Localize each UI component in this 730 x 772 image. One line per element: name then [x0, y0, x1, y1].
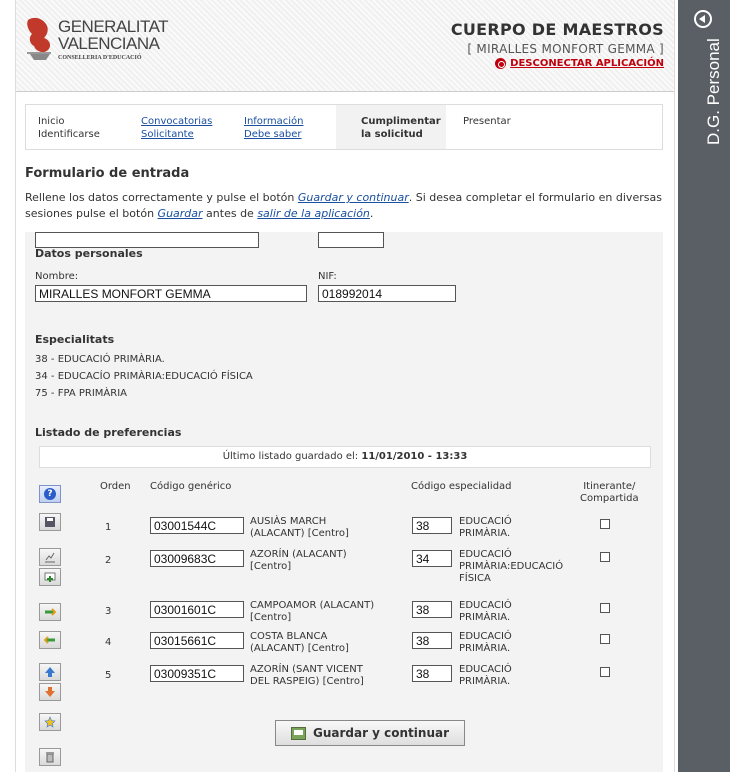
up-arrow-icon — [45, 667, 55, 677]
codigo-especialidad-input[interactable]: 38 — [412, 601, 452, 618]
move-icon — [44, 636, 55, 644]
right-sidebar: D.G. Personal — [678, 0, 730, 772]
row-orden: 3 — [105, 606, 112, 617]
row-especialidad: EDUCACIÓ PRIMÀRIA. — [459, 631, 512, 654]
step-presentar: Presentar — [463, 116, 511, 127]
save-and-continue-label: Guardar y continuar — [312, 726, 450, 740]
move-row-button[interactable] — [39, 603, 61, 621]
row-orden: 2 — [105, 555, 112, 566]
delete-icon — [46, 752, 54, 763]
form-panel: Datos personales Nombre: MIRALLES MONFOR… — [25, 232, 663, 772]
empty-field-box[interactable] — [35, 232, 259, 248]
step-inicio: Inicio Identificarse — [38, 116, 100, 140]
row-orden: 5 — [105, 670, 112, 681]
col-itinerante: Itinerante/Compartida — [580, 481, 639, 504]
generalitat-logo: GENERALITAT VALENCIANA CONSELLERIA D'EDU… — [24, 16, 169, 72]
row-orden: 1 — [105, 522, 112, 533]
nif-field[interactable]: 018992014 — [318, 285, 456, 302]
row-especialidad: EDUCACIÓ PRIMÀRIA. — [459, 516, 512, 539]
add-row-button[interactable] — [39, 568, 61, 586]
row-especialidad: EDUCACIÓ PRIMÀRIA:EDUCACIÓ FÍSICA — [459, 549, 564, 584]
help-button[interactable]: ? — [39, 485, 61, 503]
codigo-especialidad-input[interactable]: 38 — [412, 632, 452, 649]
exit-app-link[interactable]: salir de la aplicación — [257, 207, 370, 220]
itinerante-checkbox[interactable] — [600, 552, 610, 562]
step-informacion[interactable]: Información Debe saber — [244, 115, 303, 141]
nombre-field[interactable]: MIRALLES MONFORT GEMMA — [35, 285, 307, 302]
logout-link[interactable]: DESCONECTAR APLICACIÓN — [495, 58, 664, 69]
logo-subtitle: CONSELLERIA D'EDUCACIÓ — [58, 55, 142, 61]
row-especialidad: EDUCACIÓ PRIMÀRIA. — [459, 664, 512, 687]
itinerante-checkbox[interactable] — [600, 667, 610, 677]
codigo-generico-input[interactable]: 03009683C — [150, 550, 244, 567]
stats-button[interactable] — [39, 548, 61, 566]
save-icon — [45, 517, 55, 527]
form-intro: Rellene los datos correctamente y pulse … — [25, 191, 662, 220]
especialitat-item: 75 - FPA PRIMÀRIA — [35, 388, 127, 399]
move-up-button[interactable] — [39, 663, 61, 681]
row-especialidad: EDUCACIÓ PRIMÀRIA. — [459, 600, 512, 623]
section-especialitats: Especialitats — [35, 333, 115, 346]
row-centro: AUSIÀS MARCH (ALACANT) [Centro] — [250, 516, 349, 539]
bat-emblem-icon — [27, 17, 51, 60]
step-convocatorias[interactable]: Convocatorias Solicitante — [141, 115, 212, 141]
especialitat-item: 38 - EDUCACIÓ PRIMÀRIA. — [35, 354, 165, 365]
page-header: GENERALITAT VALENCIANA CONSELLERIA D'EDU… — [16, 0, 674, 92]
row-centro: CAMPOAMOR (ALACANT) [Centro] — [250, 600, 375, 623]
wizard-steps: Inicio Identificarse Convocatorias Solicit… — [25, 104, 663, 150]
add-row-icon — [44, 572, 56, 582]
codigo-generico-input[interactable]: 03001601C — [150, 601, 244, 618]
save-list-button[interactable] — [39, 513, 61, 531]
codigo-especialidad-input[interactable]: 38 — [412, 665, 452, 682]
delete-button[interactable] — [39, 748, 61, 766]
sidebar-label: D.G. Personal — [704, 38, 723, 145]
nif-label: NIF: — [318, 271, 337, 282]
star-icon — [44, 716, 56, 728]
codigo-generico-input[interactable]: 03009351C — [150, 665, 244, 682]
especialitat-item: 34 - EDUCACÍO PRIMÀRIA:EDUCACIÓ FÍSICA — [35, 371, 253, 382]
move-icon — [45, 608, 56, 616]
codigo-generico-input[interactable]: 03015661C — [150, 632, 244, 649]
save-link[interactable]: Guardar — [158, 207, 203, 220]
favorite-button[interactable] — [39, 713, 61, 731]
itinerante-checkbox[interactable] — [600, 634, 610, 644]
codigo-especialidad-input[interactable]: 34 — [412, 550, 452, 567]
codigo-especialidad-input[interactable]: 38 — [412, 517, 452, 534]
section-personal-data: Datos personales — [35, 247, 143, 260]
col-codigo-especialidad: Código especialidad — [411, 481, 512, 492]
nombre-label: Nombre: — [35, 271, 79, 282]
save-continue-link[interactable]: Guardar y continuar — [298, 191, 409, 204]
row-centro: COSTA BLANCA (ALACANT) [Centro] — [250, 631, 349, 654]
move-down-button[interactable] — [39, 683, 61, 701]
last-saved-bar: Último listado guardado el: 11/01/2010 -… — [39, 446, 651, 468]
itinerante-checkbox[interactable] — [600, 519, 610, 529]
page-title: CUERPO DE MAESTROS — [450, 20, 664, 39]
save-icon — [290, 726, 306, 740]
section-preferencias: Listado de preferencias — [35, 426, 182, 439]
empty-field-box[interactable] — [318, 232, 384, 248]
header-right: CUERPO DE MAESTROS [ MIRALLES MONFORT GE… — [451, 20, 664, 72]
form-title: Formulario de entrada — [25, 166, 190, 181]
stats-icon — [45, 552, 55, 563]
col-orden: Orden — [100, 481, 131, 492]
row-centro: AZORÍN (SANT VICENT DEL RASPEIG) [Centro] — [250, 664, 364, 687]
row-centro: AZORÍN (ALACANT) [Centro] — [250, 549, 347, 572]
itinerante-checkbox[interactable] — [600, 603, 610, 613]
row-orden: 4 — [105, 637, 112, 648]
help-icon: ? — [44, 488, 56, 500]
down-arrow-icon — [45, 687, 55, 697]
codigo-generico-input[interactable]: 03001544C — [150, 517, 244, 534]
power-icon — [495, 58, 507, 69]
logout-label: DESCONECTAR APLICACIÓN — [510, 58, 664, 69]
save-and-continue-button[interactable]: Guardar y continuar — [275, 720, 465, 746]
move-row-button[interactable] — [39, 631, 61, 649]
logo-line1: GENERALITAT — [58, 17, 169, 36]
logo-line2: VALENCIANA — [58, 34, 160, 53]
user-name: [ MIRALLES MONFORT GEMMA ] — [467, 42, 664, 56]
step-cumplimentar: Cumplimentar la solicitud — [361, 116, 441, 140]
main-content: GENERALITAT VALENCIANA CONSELLERIA D'EDU… — [15, 0, 675, 772]
back-circle-icon[interactable] — [694, 10, 712, 28]
col-codigo-generico: Código genérico — [150, 481, 232, 492]
